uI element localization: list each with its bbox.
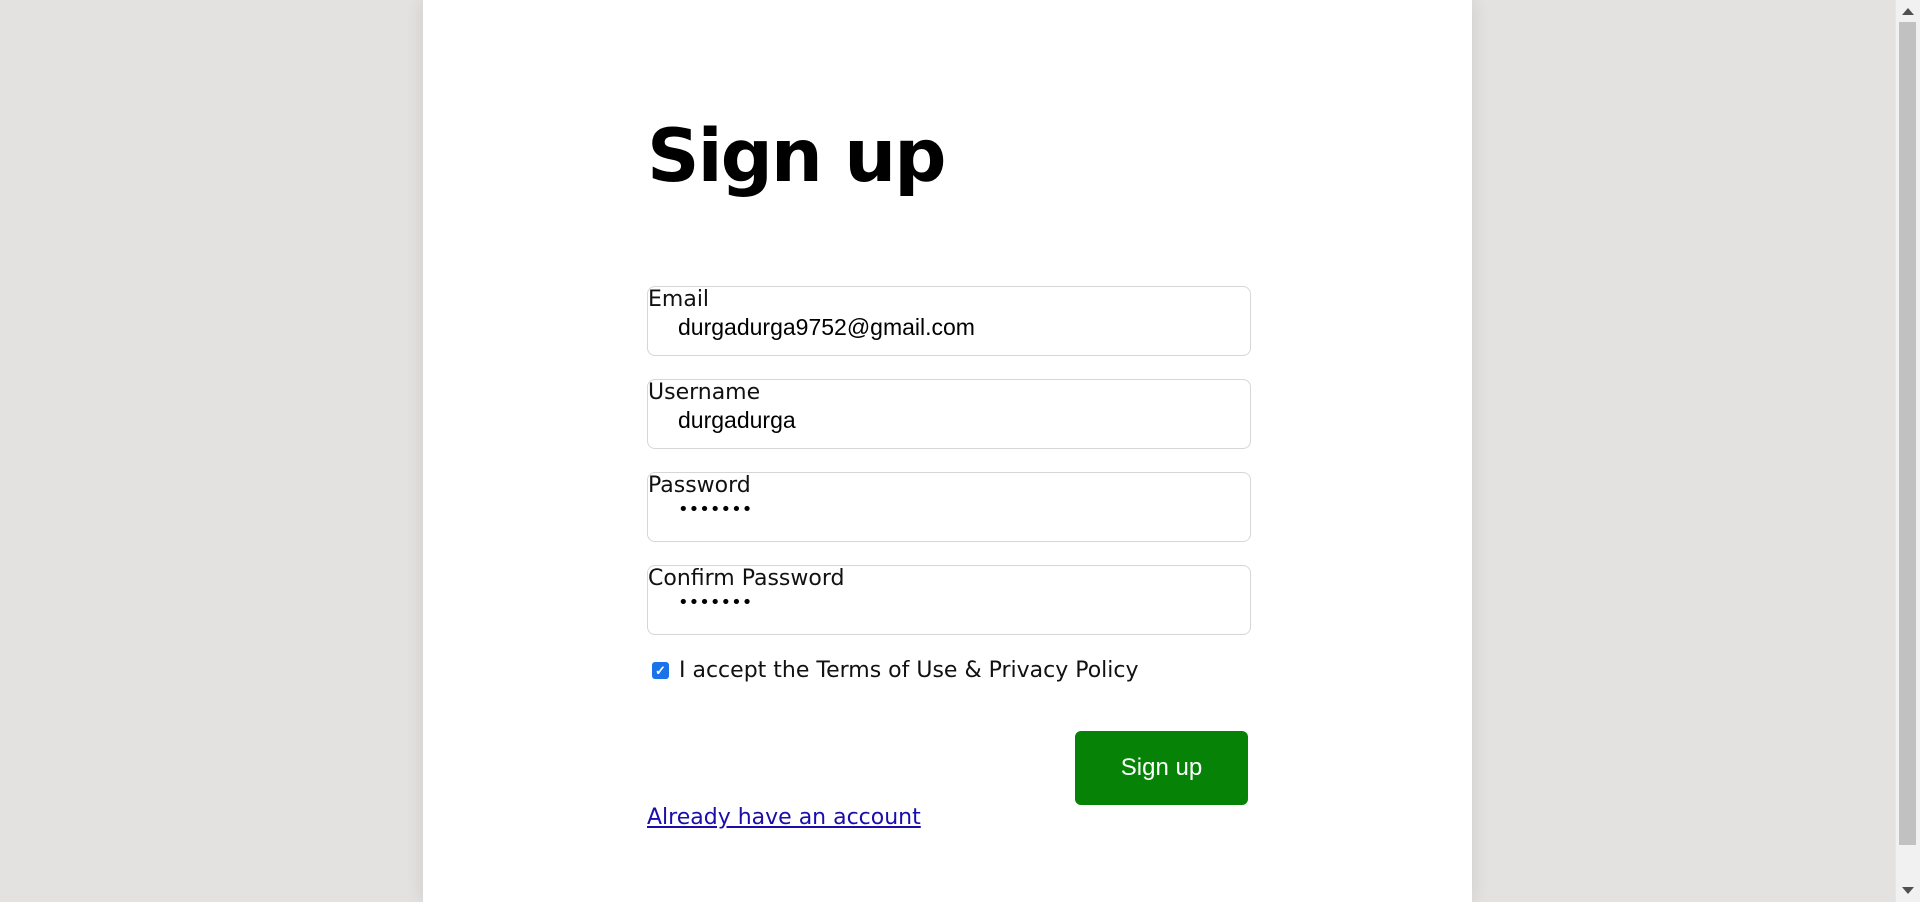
confirm-password-label: Confirm Password [648,566,845,591]
down-arrow-icon[interactable] [1902,887,1914,894]
vertical-scrollbar[interactable] [1895,0,1920,902]
signup-button[interactable]: Sign up [1075,731,1248,805]
terms-row: ✓ I accept the Terms of Use & Privacy Po… [652,658,1139,683]
email-label: Email [648,287,710,312]
terms-text: I accept the Terms of Use & Privacy Poli… [679,658,1139,683]
check-icon: ✓ [655,663,666,678]
signup-panel [423,0,1472,902]
terms-checkbox[interactable]: ✓ [652,662,669,679]
password-masked-value[interactable]: ••••••• [678,501,752,519]
password-label: Password [648,473,751,498]
email-field[interactable]: Email [647,286,1251,356]
email-input[interactable] [678,311,1218,343]
scrollbar-thumb[interactable] [1899,22,1916,845]
username-input[interactable] [678,404,1218,436]
up-arrow-icon[interactable] [1902,8,1914,15]
page-title: Sign up [647,114,946,199]
confirm-password-field[interactable]: Confirm Password ••••••• [647,565,1251,635]
username-field[interactable]: Username [647,379,1251,449]
already-have-account-link[interactable]: Already have an account [647,805,921,830]
confirm-password-masked-value[interactable]: ••••••• [678,594,752,612]
username-label: Username [648,380,761,405]
password-field[interactable]: Password ••••••• [647,472,1251,542]
